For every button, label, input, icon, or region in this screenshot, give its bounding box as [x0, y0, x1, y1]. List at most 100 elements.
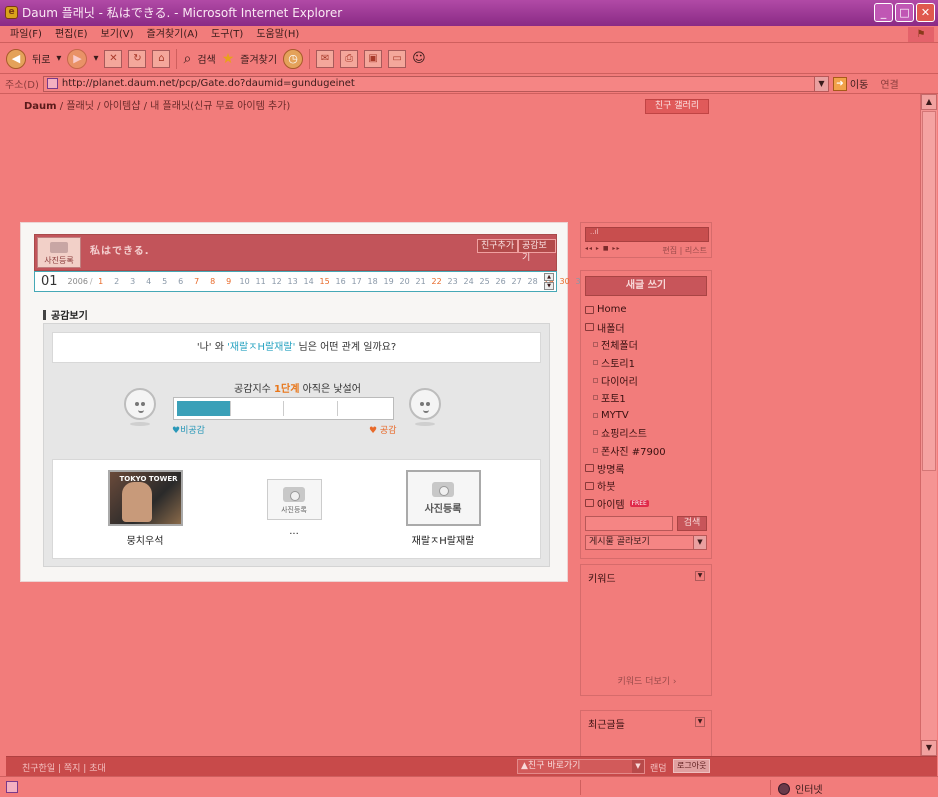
- friend-photo-placeholder[interactable]: 사진등록: [405, 470, 481, 526]
- date-down-icon[interactable]: ▼: [544, 282, 554, 290]
- forward-icon[interactable]: ▶: [67, 48, 88, 69]
- sidebar-item[interactable]: 폰사진 #7900: [585, 442, 709, 460]
- date-scroller[interactable]: ▲ ▼: [544, 273, 554, 290]
- sidebar-item[interactable]: 쇼핑리스트: [585, 424, 709, 442]
- menu-view[interactable]: 보기(V): [101, 26, 134, 42]
- search-icon[interactable]: ⌕: [183, 51, 191, 67]
- address-dropdown-icon[interactable]: ▼: [813, 76, 828, 91]
- back-button[interactable]: 뒤로: [32, 51, 50, 66]
- date-day[interactable]: 21: [413, 277, 429, 286]
- date-day[interactable]: 20: [397, 277, 413, 286]
- messenger-icon[interactable]: ☺: [412, 51, 426, 66]
- close-button[interactable]: ✕: [916, 3, 935, 22]
- menu-file[interactable]: 파일(F): [10, 26, 42, 42]
- footer-links[interactable]: 친구한일 | 쪽지 | 초대: [22, 761, 106, 774]
- go-button[interactable]: ➜ 이동: [832, 76, 868, 91]
- back-dropdown-icon[interactable]: ▾: [56, 53, 61, 64]
- date-day[interactable]: 7: [189, 277, 205, 286]
- date-day[interactable]: 26: [493, 277, 509, 286]
- address-input[interactable]: http://planet.daum.net/pcp/Gate.do?daumi…: [42, 75, 829, 92]
- history-icon[interactable]: ◷: [283, 48, 304, 69]
- breadcrumb-path[interactable]: / 플래닛 / 아이템샵 / 내 플래닛(신규 무료 아이템 추가): [57, 101, 291, 112]
- discuss-icon[interactable]: ▭: [388, 49, 407, 68]
- date-day[interactable]: 8: [205, 277, 221, 286]
- date-day[interactable]: 24: [461, 277, 477, 286]
- edit-icon[interactable]: ▣: [364, 49, 383, 68]
- random-link[interactable]: 랜덤: [650, 761, 667, 774]
- search-button[interactable]: 검색: [197, 51, 215, 66]
- date-day[interactable]: 15: [317, 277, 333, 286]
- maximize-button[interactable]: □: [895, 3, 914, 22]
- sidebar-search-input[interactable]: [585, 516, 673, 531]
- date-day[interactable]: 6: [173, 277, 189, 286]
- vertical-scrollbar[interactable]: ▲ ▼: [920, 94, 937, 756]
- sidebar-item[interactable]: 스토리1: [585, 354, 709, 372]
- friend-name[interactable]: 재랄ㅈH랄재랄: [412, 536, 475, 547]
- home-icon[interactable]: ⌂: [152, 49, 171, 68]
- date-day[interactable]: 13: [285, 277, 301, 286]
- date-day[interactable]: 30: [557, 277, 573, 286]
- menu-tools[interactable]: 도구(T): [211, 26, 243, 42]
- date-day[interactable]: 12: [269, 277, 285, 286]
- sidebar-item[interactable]: 내폴더: [585, 319, 709, 337]
- date-day[interactable]: 10: [237, 277, 253, 286]
- sidebar-item[interactable]: Home: [585, 301, 709, 319]
- sidebar-item[interactable]: 하붓: [585, 477, 709, 495]
- friend-jump-select[interactable]: ▲친구 바로가기 ▼: [517, 759, 645, 774]
- date-day[interactable]: 5: [157, 277, 173, 286]
- scroll-thumb[interactable]: [922, 111, 936, 471]
- friend-photo[interactable]: TOKYO TOWER: [107, 470, 183, 526]
- scroll-down-icon[interactable]: ▼: [921, 740, 937, 756]
- chevron-down-icon[interactable]: ▼: [632, 760, 644, 773]
- empathy-view-button[interactable]: 공감보기: [518, 239, 556, 263]
- refresh-icon[interactable]: ↻: [128, 49, 147, 68]
- minimize-button[interactable]: _: [874, 3, 893, 22]
- chevron-down-icon[interactable]: ▼: [693, 536, 706, 549]
- sidebar-item[interactable]: 다이어리: [585, 371, 709, 389]
- mail-icon[interactable]: ✉: [316, 49, 335, 68]
- keyword-more-link[interactable]: 키워드 더보기 ›: [581, 674, 713, 687]
- stop-icon[interactable]: ✕: [104, 49, 123, 68]
- friend-item[interactable]: 사진등록 재랄ㅈH랄재랄: [403, 470, 483, 547]
- friend-item[interactable]: 사진등록 ...: [264, 479, 324, 537]
- question-friend-name[interactable]: '재랄ㅈH랄재랄': [227, 342, 295, 353]
- date-day[interactable]: 9: [221, 277, 237, 286]
- scroll-up-icon[interactable]: ▲: [921, 94, 937, 110]
- menu-help[interactable]: 도움말(H): [256, 26, 299, 42]
- sidebar-item[interactable]: 전체폴더: [585, 336, 709, 354]
- date-day[interactable]: 17: [349, 277, 365, 286]
- add-friend-button[interactable]: 친구추가: [477, 239, 519, 253]
- menu-favorites[interactable]: 즐겨찾기(A): [147, 26, 198, 42]
- profile-photo-register[interactable]: 사진등록: [37, 237, 81, 268]
- date-day[interactable]: 2: [109, 277, 125, 286]
- date-day[interactable]: 4: [141, 277, 157, 286]
- player-links[interactable]: 편집 | 리스트: [662, 245, 707, 256]
- date-day[interactable]: 1: [93, 277, 109, 286]
- friend-item[interactable]: TOKYO TOWER 뭉치우석: [105, 470, 185, 547]
- date-day[interactable]: 22: [429, 277, 445, 286]
- date-day[interactable]: 16: [333, 277, 349, 286]
- logout-button[interactable]: 로그아웃: [673, 759, 711, 773]
- links-button[interactable]: 연결: [880, 76, 898, 91]
- forward-dropdown-icon[interactable]: ▾: [93, 53, 98, 64]
- date-day[interactable]: 14: [301, 277, 317, 286]
- date-day[interactable]: 19: [381, 277, 397, 286]
- date-day[interactable]: 11: [253, 277, 269, 286]
- date-up-icon[interactable]: ▲: [544, 273, 554, 281]
- print-icon[interactable]: ⎙: [340, 49, 359, 68]
- back-icon[interactable]: ◀: [6, 48, 26, 69]
- friend-name[interactable]: 뭉치우석: [127, 536, 164, 547]
- favorites-button[interactable]: 즐겨찾기: [240, 51, 277, 66]
- date-day[interactable]: 28: [525, 277, 541, 286]
- sidebar-item[interactable]: MYTV: [585, 407, 709, 425]
- sidebar-search-button[interactable]: 검색: [677, 516, 707, 531]
- date-day[interactable]: 18: [365, 277, 381, 286]
- sidebar-item[interactable]: 아이템 FREE: [585, 495, 709, 513]
- new-post-button[interactable]: 새글 쓰기: [585, 276, 707, 296]
- player-controls[interactable]: ◂◂ ▸ ■ ▸▸: [585, 245, 620, 252]
- chevron-down-icon[interactable]: ▼: [695, 717, 705, 727]
- menu-edit[interactable]: 편집(E): [55, 26, 88, 42]
- friend-gallery-button[interactable]: 친구 갤러리: [645, 99, 709, 114]
- chevron-down-icon[interactable]: ▼: [695, 571, 705, 581]
- favorites-icon[interactable]: ★: [222, 51, 235, 67]
